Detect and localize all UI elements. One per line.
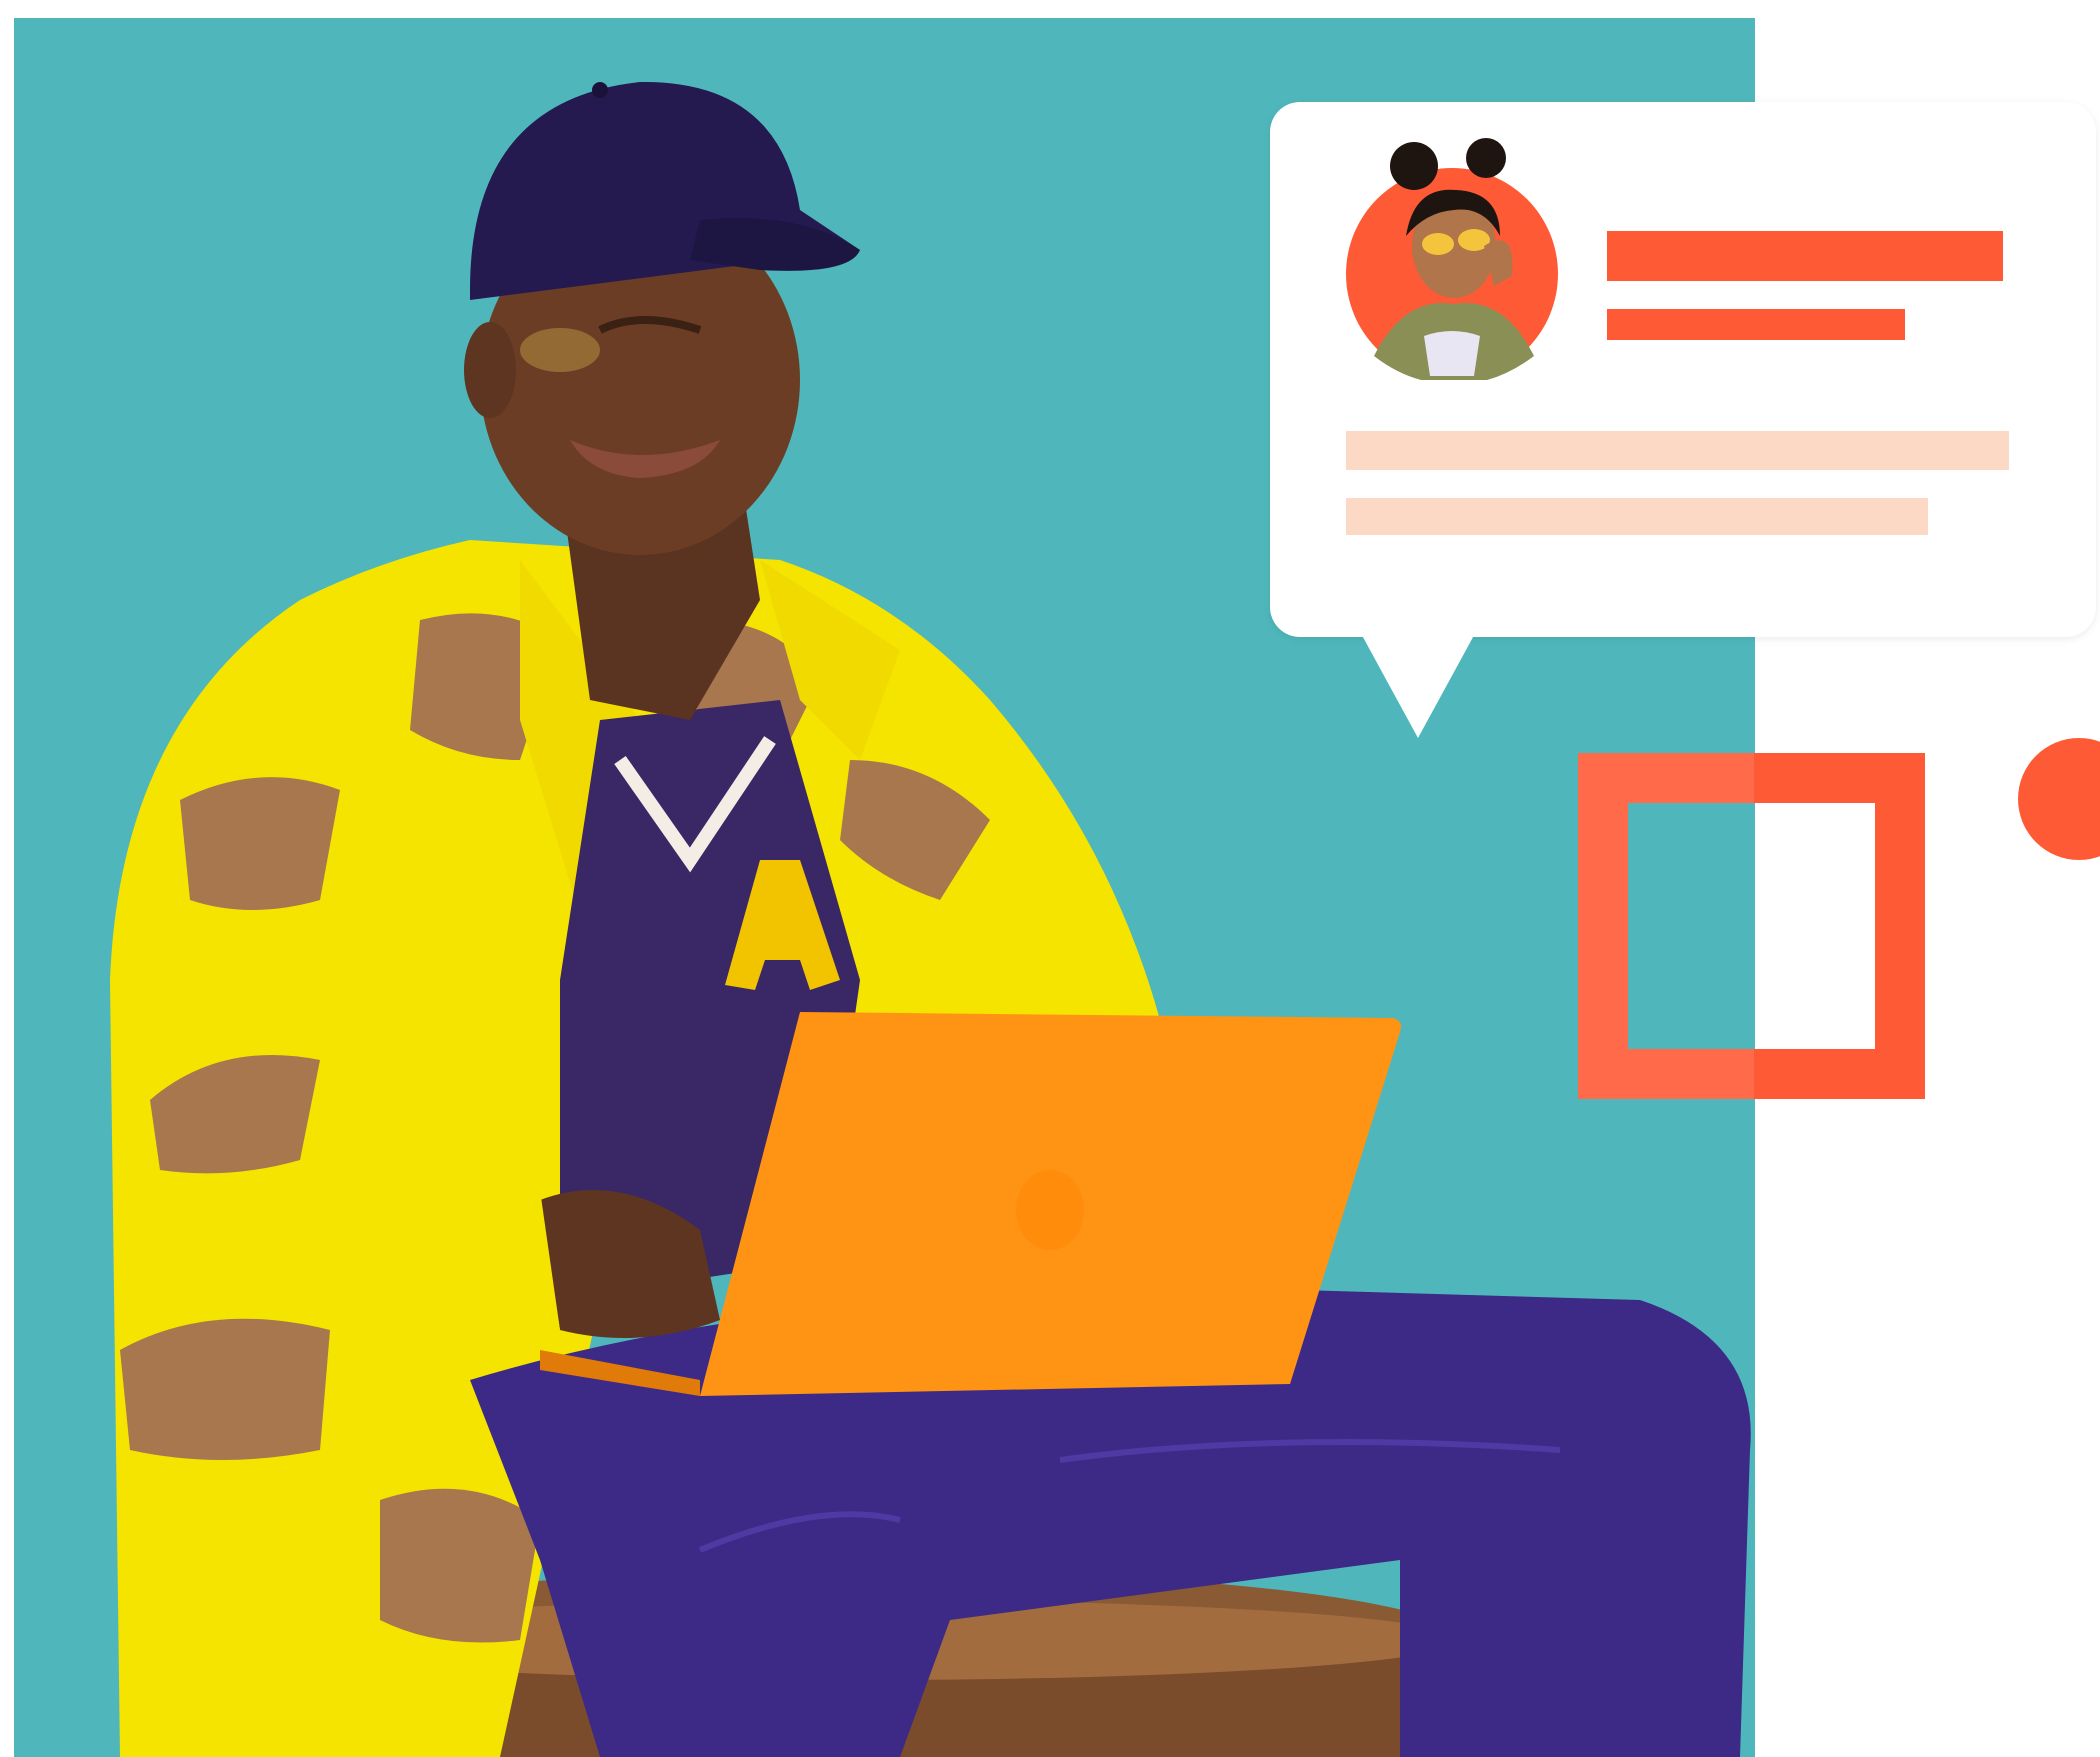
message-card-tail — [1358, 628, 1478, 738]
decorative-square-overlap — [1578, 753, 1754, 1099]
body-bar-2 — [1346, 498, 1928, 535]
hero-illustration — [0, 0, 2100, 1757]
headline-bar-long — [1607, 231, 2003, 281]
headline-bar-short — [1607, 309, 1905, 340]
body-bar-1 — [1346, 431, 2009, 470]
avatar — [1346, 138, 1558, 380]
